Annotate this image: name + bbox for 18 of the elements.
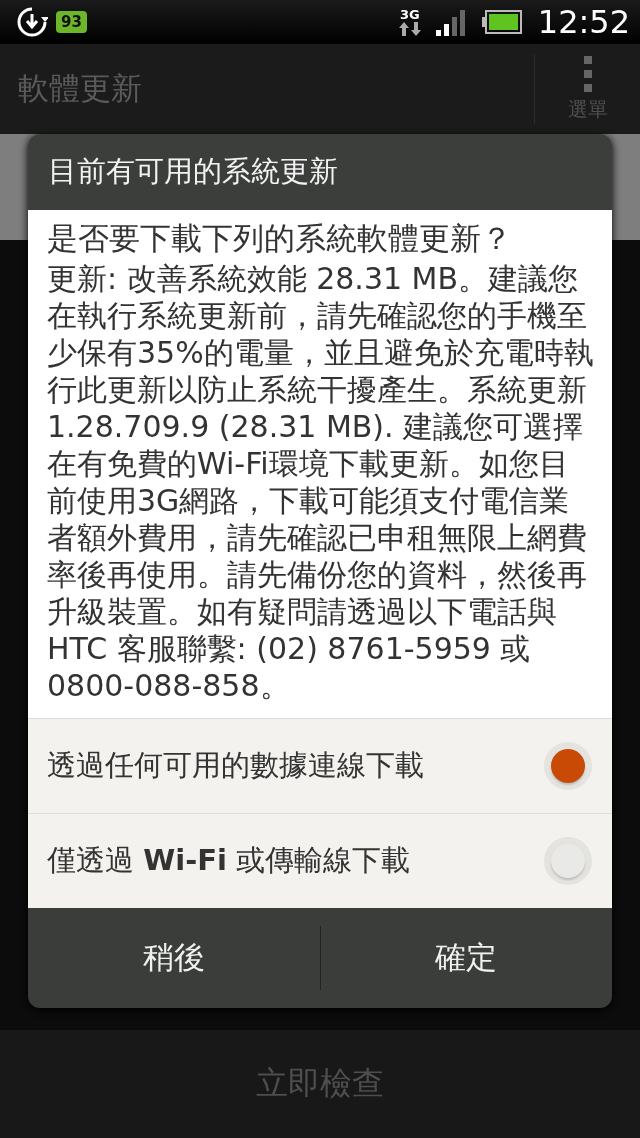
dialog-button[interactable]: 稍後 bbox=[28, 908, 320, 1008]
screen-title: 軟體更新 bbox=[17, 69, 143, 108]
download-sync-icon bbox=[16, 6, 48, 38]
data-arrows-icon bbox=[397, 22, 422, 36]
clock: 12:52 bbox=[537, 3, 630, 41]
notification-badge: 93 bbox=[56, 11, 87, 33]
battery-icon bbox=[481, 10, 522, 34]
network-type: 3G bbox=[399, 8, 420, 22]
radio-button[interactable] bbox=[544, 742, 592, 790]
dialog-question: 是否要下載下列的系統軟體更新？ bbox=[47, 219, 513, 258]
radio-button[interactable] bbox=[544, 837, 592, 885]
dialog-title: 目前有可用的系統更新 bbox=[28, 134, 612, 210]
more-dots-icon bbox=[583, 55, 592, 92]
dialog-message: 更新: 改善系統效能 28.31 MB。建議您在執行系統更新前，請先確認您的手機至少保有35%的電量，並且避免於充電時執行此更新以防止系統干擾產生。系統更新1.28.709.9 (28.31 MB). 建議您可選擇在有免費的Wi-Fi環境下載更新。如您目前使用3G網路，下載可能須支付電信業者額外費用，請先確認已申租無限上網費率後再使用。請先備份您的資料，然後再升級裝置。如有疑問請透過以下電話與HTC 客服聯繫: (02) 8761-5959 或 0800-088-858。 bbox=[47, 260, 594, 704]
dialog-button[interactable]: 確定 bbox=[320, 908, 612, 1008]
signal-icon bbox=[435, 8, 468, 36]
download-option[interactable]: 透過任何可用的數據連線下載 bbox=[28, 718, 612, 813]
download-option[interactable]: 僅透過 Wi-Fi 或傳輸線下載 bbox=[28, 813, 612, 908]
